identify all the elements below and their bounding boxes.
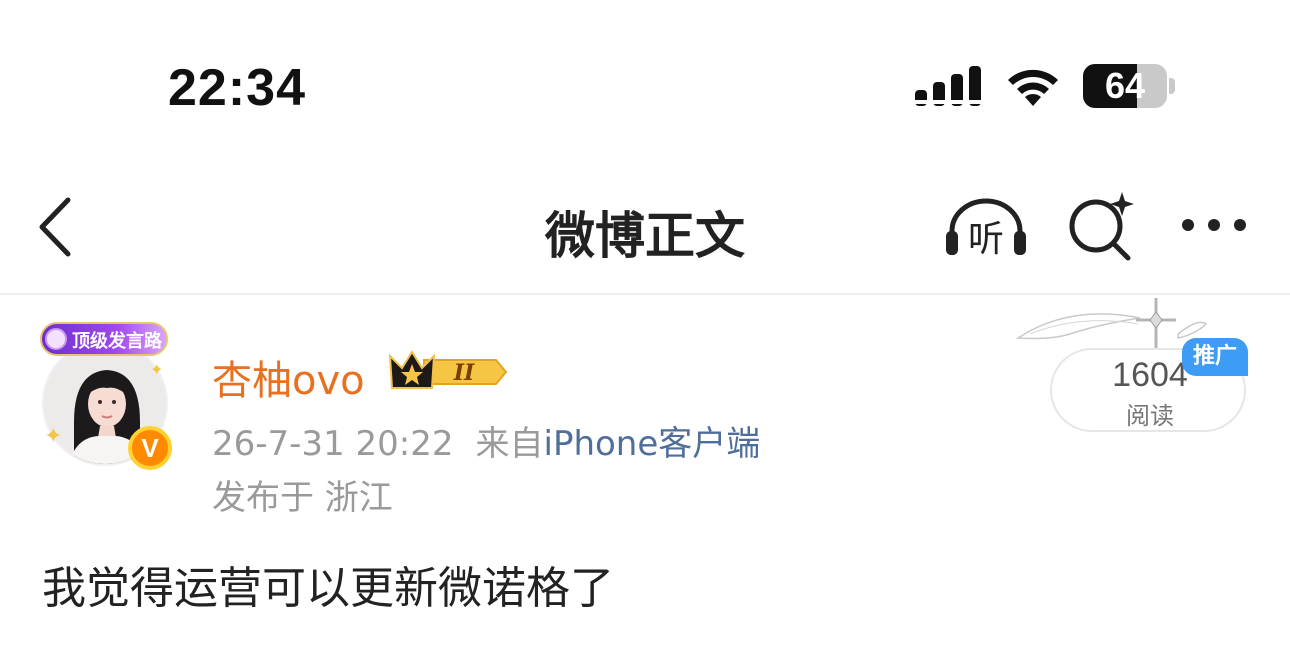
wifi-icon [1008,69,1058,106]
more-icon[interactable] [1180,215,1248,235]
listen-button[interactable]: 听 [944,195,1028,260]
signal-icon [915,66,981,106]
promote-button[interactable]: 推广 [1182,338,1248,376]
post-location: 发布于 浙江 [212,478,393,518]
read-label: 阅读 [1126,402,1174,430]
badge-label: 顶级发言路 [72,331,162,352]
svg-text:听: 听 [968,219,1004,259]
post-meta: 26-7-31 20:22 来自iPhone客户端 [212,416,760,465]
level-badge[interactable]: 顶级发言路 [40,322,168,356]
svg-text:II: II [453,360,475,386]
badge-icon [45,328,67,350]
sparkle-icon: ✦ [44,424,63,449]
post-text: 我觉得运营可以更新微诺格了 [42,563,614,614]
battery-percent: 64 [1104,65,1146,106]
from-label: 来自 [475,424,544,464]
username-link[interactable]: 杏柚ovo [212,348,365,406]
member-crown-icon[interactable]: II [388,348,510,396]
post-time: 26-7-31 20:22 [212,424,454,464]
source-link[interactable]: iPhone客户端 [544,424,761,464]
status-time: 22:34 [168,59,306,117]
search-icon[interactable] [1066,190,1136,262]
sparkle-icon: ✦ [150,360,164,379]
listen-icon: 听 [946,198,1026,260]
wings-decoration-icon [1015,298,1208,354]
battery-icon: 64 [1083,64,1177,110]
verified-icon: V [128,426,172,470]
